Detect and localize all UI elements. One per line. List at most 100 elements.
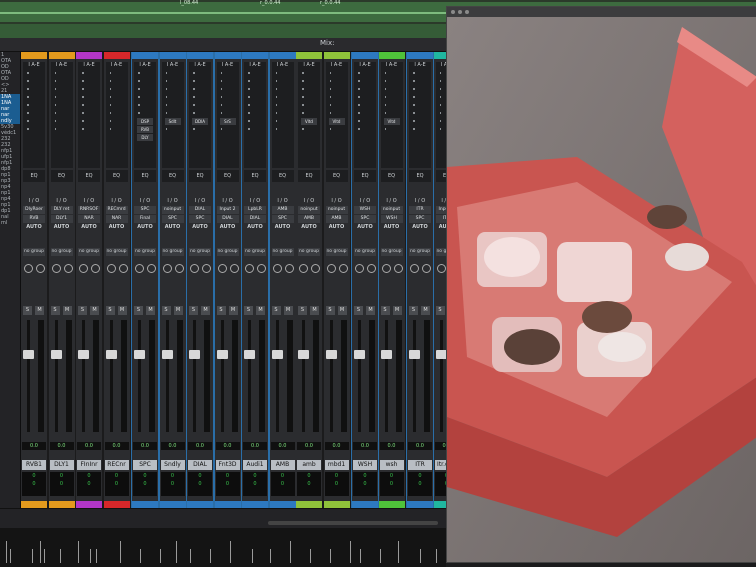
automation-mode[interactable]: AUTO [407,224,433,230]
pan-knob[interactable] [202,264,211,273]
mute-button[interactable]: M [173,306,183,315]
insert-slot[interactable] [54,72,56,74]
insert-slot[interactable] [165,88,167,90]
insert-slot[interactable] [82,120,84,122]
insert-slot[interactable] [358,128,360,130]
pan-knob[interactable] [229,264,239,273]
volume-fader[interactable] [216,350,228,359]
insert-slot[interactable] [302,88,304,90]
input-selector[interactable]: DLY ret [50,206,73,214]
group-selector[interactable]: no group [78,248,100,256]
input-selector[interactable]: RECmrd [105,206,128,214]
eq-button[interactable]: EQ [23,170,45,182]
pan-knob[interactable] [147,264,156,273]
mute-button[interactable]: M [283,306,293,315]
pan-knob[interactable] [410,264,419,273]
insert-slot[interactable] [248,112,250,114]
insert-slot[interactable] [384,112,386,114]
solo-button[interactable]: S [23,306,32,315]
pan-knob[interactable] [79,264,88,273]
insert-slot[interactable] [275,112,277,114]
automation-mode[interactable]: AUTO [270,224,296,230]
pan-knob[interactable] [338,264,348,273]
plugin-insert[interactable]: Vltd [301,118,317,125]
pan-knob[interactable] [393,264,403,273]
plugin-insert[interactable]: RVB [137,126,153,133]
automation-mode[interactable]: AUTO [379,224,405,230]
track-name[interactable]: wsh [379,460,404,470]
group-selector[interactable]: no group [298,248,320,256]
insert-slot[interactable] [302,80,304,82]
insert-slot[interactable] [275,120,277,122]
output-selector[interactable]: DIAL [216,215,239,223]
volume-fader[interactable] [298,350,309,359]
eq-button[interactable]: EQ [216,170,239,182]
insert-slot[interactable] [329,88,331,90]
insert-slot[interactable] [358,96,360,98]
insert-slot[interactable] [220,72,222,74]
insert-slot[interactable] [413,112,415,114]
solo-button[interactable]: S [216,306,226,315]
insert-slot[interactable] [439,96,441,98]
insert-slot[interactable] [329,80,331,82]
track-name[interactable]: FInInr [77,460,101,470]
solo-button[interactable]: S [380,306,390,315]
insert-slots[interactable]: I A-E [23,62,45,168]
mute-button[interactable]: M [228,306,238,315]
insert-slot[interactable] [275,72,277,74]
insert-slot[interactable] [329,128,331,130]
pan-knob[interactable] [190,264,199,273]
output-selector[interactable]: RVB [23,215,45,223]
insert-slot[interactable] [384,72,386,74]
output-selector[interactable]: AMB [298,215,320,223]
output-selector[interactable]: DLY1 [50,215,73,223]
output-selector[interactable]: SPC [409,215,431,223]
pan-knob[interactable] [36,264,45,273]
insert-slot[interactable] [248,96,250,98]
solo-button[interactable]: S [78,306,87,315]
insert-slot[interactable] [220,96,222,98]
insert-slot[interactable] [54,88,56,90]
insert-slots[interactable]: I A-E DDIA [189,62,211,168]
input-selector[interactable]: noinput [325,206,348,214]
group-selector[interactable]: no group [134,248,156,256]
track-name[interactable]: amb [297,460,321,470]
mute-button[interactable]: M [201,306,210,315]
insert-slot[interactable] [82,72,84,74]
automation-mode[interactable]: AUTO [21,224,47,230]
volume-fader[interactable] [244,350,255,359]
insert-slot[interactable] [109,80,111,82]
insert-slots[interactable]: I A-E DSP RVB DLY [134,62,156,168]
plugin-insert[interactable]: Vltd [328,118,345,125]
insert-slot[interactable] [302,104,304,106]
zoom-icon[interactable] [465,10,469,14]
track-list-item[interactable]: ml [0,220,20,226]
insert-slot[interactable] [165,104,167,106]
insert-slot[interactable] [193,88,195,90]
pan-knob[interactable] [106,264,116,273]
insert-slot[interactable] [439,120,441,122]
insert-slots[interactable]: I A-E [271,62,294,168]
insert-slot[interactable] [302,128,304,130]
insert-slot[interactable] [54,120,56,122]
group-selector[interactable]: no group [161,248,184,256]
insert-slots[interactable]: I A-E Vltd [380,62,403,168]
insert-slot[interactable] [413,120,415,122]
insert-slot[interactable] [109,104,111,106]
insert-slot[interactable] [27,120,29,122]
mute-button[interactable]: M [90,306,99,315]
pan-knob[interactable] [217,264,227,273]
output-selector[interactable]: SPC [161,215,184,223]
volume-fader[interactable] [161,350,173,359]
insert-slot[interactable] [82,80,84,82]
insert-slot[interactable] [413,72,415,74]
insert-slot[interactable] [302,96,304,98]
pan-knob[interactable] [63,264,73,273]
insert-slot[interactable] [54,96,56,98]
output-selector[interactable]: NAR [105,215,128,223]
insert-slot[interactable] [302,112,304,114]
pan-knob[interactable] [326,264,336,273]
insert-slot[interactable] [220,104,222,106]
volume-fader[interactable] [105,350,117,359]
insert-slot[interactable] [358,72,360,74]
